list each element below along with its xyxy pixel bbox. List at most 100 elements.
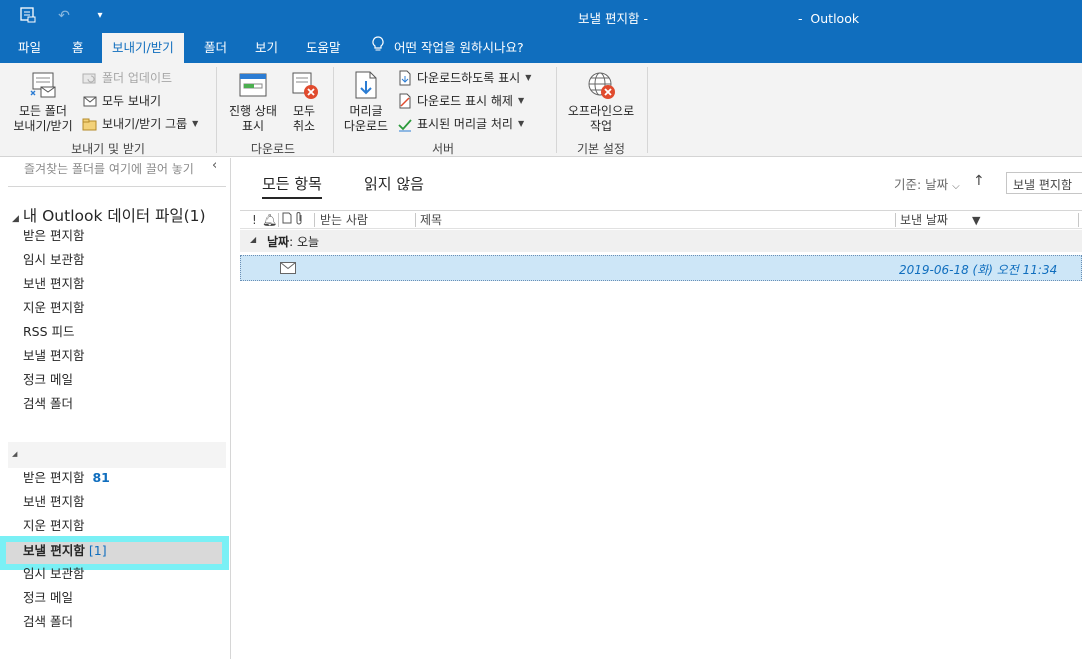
- sort-by-dropdown[interactable]: 기준: 날짜 ⌵: [894, 174, 960, 193]
- collapse-triangle-icon[interactable]: ◢: [250, 235, 256, 244]
- mark-to-download-button[interactable]: 다운로드하도록 표시 ▼: [397, 68, 531, 88]
- chevron-down-icon: ▼: [517, 119, 525, 128]
- customize-qat-icon[interactable]: ▾: [90, 6, 110, 26]
- globe-offline-icon: [585, 69, 617, 101]
- send-all-label: 모두 보내기: [102, 94, 162, 108]
- window-title: 보낼 편지함 -- Outlook: [578, 11, 860, 26]
- column-subject[interactable]: 제목: [420, 212, 442, 229]
- filter-all-items[interactable]: 모든 항목: [262, 173, 322, 199]
- chevron-down-icon: ⌵: [952, 181, 960, 192]
- show-progress-button[interactable]: 진행 상태 표시: [224, 69, 282, 134]
- reminder-column-icon[interactable]: 🔔︎: [262, 212, 277, 229]
- update-folder-button[interactable]: 폴더 업데이트: [82, 68, 172, 88]
- send-receive-all-folders-button[interactable]: 모든 폴더 보내기/받기: [8, 69, 78, 134]
- tell-me-box[interactable]: 어떤 작업을 원하시나요?: [372, 33, 524, 63]
- undo-icon[interactable]: ↶: [54, 6, 74, 26]
- list-item[interactable]: 2019-06-18 (화) 오전 11:34: [240, 255, 1082, 281]
- folder-rss[interactable]: RSS 피드: [23, 322, 75, 342]
- group-value: : 오늘: [289, 235, 320, 249]
- folder-label: 받은 편지함: [23, 470, 85, 485]
- refresh-folder-icon: [82, 70, 98, 86]
- unmark-to-download-label: 다운로드 표시 해제: [417, 94, 513, 108]
- mark-to-download-label: 다운로드하도록 표시: [417, 71, 521, 85]
- attachment-column-icon[interactable]: [296, 212, 304, 229]
- tab-home[interactable]: 홈: [68, 33, 88, 63]
- title-bar: ↶ ▾ 보낼 편지함 -- Outlook: [0, 0, 1082, 33]
- group-header-today[interactable]: ◢ 날짜: 오늘: [240, 230, 1082, 252]
- folder-drafts[interactable]: 임시 보관함: [23, 250, 84, 270]
- download-headers-label-2: 다운로드: [343, 119, 389, 133]
- folder-search-2[interactable]: 검색 폴더: [23, 612, 73, 632]
- show-progress-label-2: 표시: [241, 119, 265, 133]
- send-receive-groups-button[interactable]: 보내기/받기 그룹 ▼: [82, 114, 198, 134]
- icon-column-icon[interactable]: [282, 212, 292, 229]
- tab-view[interactable]: 보기: [251, 33, 282, 63]
- work-offline-button[interactable]: 오프라인으로 작업: [561, 69, 641, 134]
- tab-file[interactable]: 파일: [14, 33, 45, 63]
- envelope-outbox-icon: [280, 262, 296, 274]
- group-label-preferences: 기본 설정: [577, 142, 625, 156]
- progress-icon: [237, 69, 269, 101]
- column-separator: [314, 213, 315, 227]
- column-separator: [278, 213, 279, 227]
- expand-triangle-icon[interactable]: ◢: [12, 450, 17, 458]
- group-prefix: 날짜: [267, 235, 290, 249]
- column-separator: [415, 213, 416, 227]
- folder-deleted[interactable]: 지운 편지함: [23, 298, 84, 318]
- tab-folder[interactable]: 폴더: [200, 33, 231, 63]
- importance-column-icon[interactable]: !: [252, 212, 257, 229]
- folder-outbox[interactable]: 보낼 편지함: [23, 346, 84, 366]
- mark-download-icon: [397, 70, 413, 86]
- download-headers-button[interactable]: 머리글 다운로드: [338, 69, 394, 134]
- ribbon-divider: [216, 67, 217, 153]
- folder-sent[interactable]: 보낸 편지함: [23, 274, 84, 294]
- folder-deleted-2[interactable]: 지운 편지함: [23, 516, 84, 536]
- sort-by-label: 기준: 날짜: [894, 177, 949, 192]
- ribbon-tabs: 파일 홈 보내기/받기 폴더 보기 도움말 어떤 작업을 원하시나요?: [0, 33, 1082, 63]
- folder-drafts-2[interactable]: 임시 보관함: [23, 564, 84, 584]
- group-label-server: 서버: [431, 142, 455, 156]
- process-marked-headers-label: 표시된 머리글 처리: [417, 117, 513, 131]
- folder-inbox-2[interactable]: 받은 편지함 81: [23, 468, 110, 488]
- sent-date: 2019-06-18 (화) 오전 11:34: [899, 263, 1058, 277]
- chevron-down-icon: ▼: [525, 73, 532, 82]
- expand-triangle-icon: ◢: [12, 214, 19, 224]
- tell-me-text: 어떤 작업을 원하시나요?: [394, 40, 524, 55]
- process-marked-headers-button[interactable]: 표시된 머리글 처리 ▼: [397, 114, 524, 134]
- folder-sent-2[interactable]: 보낸 편지함: [23, 492, 84, 512]
- column-separator: [895, 213, 896, 227]
- download-headers-icon: [350, 69, 382, 101]
- cancel-all-label-1: 모두: [292, 104, 316, 118]
- column-sent[interactable]: 보낸 날짜: [900, 212, 948, 229]
- checkmark-icon: [397, 116, 413, 132]
- column-to[interactable]: 받는 사람: [320, 212, 368, 229]
- search-input[interactable]: 보낼 편지함: [1006, 172, 1082, 194]
- filter-unread[interactable]: 읽지 않음: [364, 173, 424, 194]
- tab-help[interactable]: 도움말: [302, 33, 345, 63]
- account-header[interactable]: [8, 442, 226, 468]
- download-headers-label-1: 머리글: [349, 104, 383, 118]
- cancel-all-button[interactable]: 모두 취소: [284, 69, 324, 134]
- update-folder-label: 폴더 업데이트: [102, 71, 173, 85]
- collapse-pane-icon[interactable]: ‹: [212, 158, 217, 173]
- column-header-row: ! 🔔︎ 받는 사람 제목 보낸 날짜 ▼: [240, 210, 1082, 229]
- folder-junk[interactable]: 정크 메일: [23, 370, 73, 390]
- send-all-button[interactable]: 모두 보내기: [82, 91, 161, 111]
- folder-inbox[interactable]: 받은 편지함: [23, 226, 84, 246]
- data-file-header[interactable]: ◢ 내 Outlook 데이터 파일(1): [12, 204, 206, 226]
- unmark-download-icon: [397, 93, 413, 109]
- tab-send-receive[interactable]: 보내기/받기: [102, 33, 184, 63]
- unmark-to-download-button[interactable]: 다운로드 표시 해제 ▼: [397, 91, 524, 111]
- send-receive-all-icon[interactable]: [18, 6, 38, 26]
- folder-junk-2[interactable]: 정크 메일: [23, 588, 73, 608]
- folder-outbox-2[interactable]: 보낼 편지함 [1]: [23, 541, 107, 561]
- divider: [8, 186, 226, 187]
- send-receive-groups-label: 보내기/받기 그룹: [102, 117, 188, 131]
- work-offline-label-2: 작업: [589, 119, 613, 133]
- send-receive-all-label-1: 모든 폴더: [19, 104, 67, 118]
- ribbon-divider: [333, 67, 334, 153]
- folder-search[interactable]: 검색 폴더: [23, 394, 73, 414]
- chevron-down-icon: ▼: [517, 96, 525, 105]
- ribbon-divider: [647, 67, 648, 153]
- sort-direction-icon[interactable]: ↑: [973, 173, 985, 189]
